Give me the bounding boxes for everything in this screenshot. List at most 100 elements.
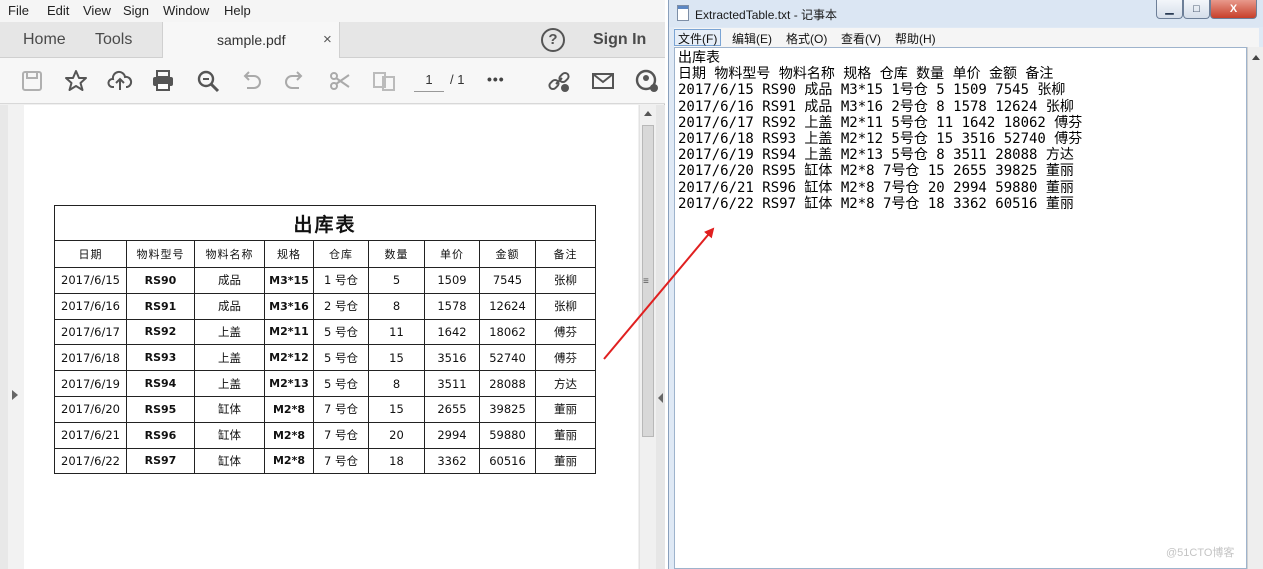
table-cell: 18062 <box>479 318 536 346</box>
table-row: 2017/6/15 RS90 成品 M3*15 1 号仓 5 1509 7545 张柳 <box>54 267 596 294</box>
table-cell: 2994 <box>424 421 480 449</box>
expand-left-panel-icon[interactable] <box>12 390 18 400</box>
table-cell: RS94 <box>126 370 195 397</box>
table-cell: RS91 <box>126 292 195 320</box>
undo-icon[interactable] <box>238 68 264 94</box>
table-cell: 15 <box>368 395 425 423</box>
close-button[interactable]: X <box>1210 0 1257 19</box>
compare-icon[interactable] <box>371 68 397 94</box>
table-cell: 12624 <box>479 292 536 320</box>
help-icon[interactable]: ? <box>541 28 565 52</box>
table-cell: 2017/6/21 <box>54 421 127 449</box>
page-total: / 1 <box>450 72 465 87</box>
more-icon[interactable]: ••• <box>487 68 513 94</box>
table-cell: 成品 <box>194 292 265 320</box>
table-cell: 2017/6/17 <box>54 318 127 346</box>
page-number-input[interactable]: 1 <box>414 68 444 92</box>
table-cell: M2*11 <box>264 318 314 346</box>
text-line: 2017/6/21 RS96 缸体 M2*8 7号仓 20 2994 59880… <box>678 179 1074 196</box>
text-line: 日期 物料型号 物料名称 规格 仓库 数量 单价 金额 备注 <box>678 66 1054 83</box>
expand-right-panel-icon[interactable] <box>658 393 663 403</box>
table-cell: 2655 <box>424 395 480 423</box>
table-row: 2017/6/16 RS91 成品 M3*16 2 号仓 8 1578 12624 张柳 <box>54 292 596 320</box>
table-cell: 20 <box>368 421 425 449</box>
table-cell: 8 <box>368 370 425 397</box>
table-cell: 缸体 <box>194 447 265 475</box>
print-icon[interactable] <box>150 68 176 94</box>
notepad-menu-view[interactable]: 查看(V) <box>841 30 881 47</box>
sign-in-button[interactable]: Sign In <box>593 31 646 49</box>
header-cell: 日期 <box>54 240 127 268</box>
table-cell: M3*15 <box>264 267 314 294</box>
share-link-icon[interactable] <box>546 68 572 94</box>
table-cell: 39825 <box>479 395 536 423</box>
text-line: 2017/6/20 RS95 缸体 M2*8 7号仓 15 2655 39825… <box>678 163 1074 180</box>
menu-sign[interactable]: Sign <box>123 3 149 18</box>
right-panel-gutter[interactable] <box>656 105 665 569</box>
table-cell: RS92 <box>126 318 195 346</box>
table-cell: 5 号仓 <box>313 370 369 397</box>
table-cell: 5 <box>368 267 425 294</box>
tab-document[interactable]: sample.pdf × <box>162 22 340 59</box>
table-cell: 3362 <box>424 447 480 475</box>
redo-icon[interactable] <box>282 68 308 94</box>
menu-window[interactable]: Window <box>163 3 209 18</box>
table-cell: 董丽 <box>535 447 596 475</box>
table-cell: 2017/6/22 <box>54 447 127 475</box>
add-user-icon[interactable] <box>634 68 660 94</box>
header-cell: 单价 <box>424 240 480 268</box>
table-cell: 7545 <box>479 267 536 294</box>
table-cell: RS95 <box>126 395 195 423</box>
star-icon[interactable] <box>63 68 89 94</box>
close-tab-icon[interactable]: × <box>323 31 332 48</box>
table-cell: 15 <box>368 344 425 372</box>
table-row: 2017/6/17 RS92 上盖 M2*11 5 号仓 11 1642 18062 傅芬 <box>54 318 596 346</box>
tab-tools[interactable]: Tools <box>95 31 132 49</box>
maximize-button[interactable]: □ <box>1183 0 1210 19</box>
table-cell: 上盖 <box>194 344 265 372</box>
header-cell: 数量 <box>368 240 425 268</box>
scroll-up-arrow-icon[interactable] <box>1252 55 1260 60</box>
notepad-menu-format[interactable]: 格式(O) <box>786 30 827 47</box>
header-cell: 物料名称 <box>194 240 265 268</box>
notepad-menu-edit[interactable]: 编辑(E) <box>732 30 772 47</box>
table-cell: 5 号仓 <box>313 318 369 346</box>
table-cell: M2*13 <box>264 370 314 397</box>
table-cell: 60516 <box>479 447 536 475</box>
notepad-text-area[interactable]: 出库表 日期 物料型号 物料名称 规格 仓库 数量 单价 金额 备注 2017/6/… <box>674 47 1247 569</box>
menu-view[interactable]: View <box>83 3 111 18</box>
table-cell: 7 号仓 <box>313 421 369 449</box>
table-cell: 28088 <box>479 370 536 397</box>
table-cell: 3516 <box>424 344 480 372</box>
upload-icon[interactable] <box>107 68 133 94</box>
table-cell: 2017/6/15 <box>54 267 127 294</box>
table-title: 出库表 <box>54 205 596 241</box>
table-cell: 缸体 <box>194 395 265 423</box>
minimize-button[interactable]: ▁ <box>1156 0 1183 19</box>
menu-help[interactable]: Help <box>224 3 251 18</box>
document-tab-name: sample.pdf <box>217 32 286 48</box>
zoom-icon[interactable] <box>195 68 221 94</box>
table-cell: 18 <box>368 447 425 475</box>
table-cell: M2*12 <box>264 344 314 372</box>
notepad-menu-help[interactable]: 帮助(H) <box>895 30 936 47</box>
text-line: 2017/6/22 RS97 缸体 M2*8 7号仓 18 3362 60516… <box>678 195 1074 212</box>
tab-home[interactable]: Home <box>23 31 66 49</box>
menu-edit[interactable]: Edit <box>47 3 69 18</box>
left-panel-gutter[interactable] <box>0 105 8 569</box>
header-cell: 物料型号 <box>126 240 195 268</box>
notepad-menu-file[interactable]: 文件(F) <box>674 29 722 46</box>
pdf-vertical-scrollbar[interactable]: ≡ <box>639 105 656 569</box>
text-line: 2017/6/15 RS90 成品 M3*15 1号仓 5 1509 7545 … <box>678 82 1066 99</box>
scroll-up-arrow-icon[interactable] <box>644 111 652 116</box>
save-icon[interactable] <box>19 68 45 94</box>
table-cell: 5 号仓 <box>313 344 369 372</box>
header-cell: 规格 <box>264 240 314 268</box>
scissors-icon[interactable] <box>327 68 353 94</box>
mail-icon[interactable] <box>590 68 616 94</box>
table-cell: 上盖 <box>194 318 265 346</box>
notepad-titlebar[interactable]: ExtractedTable.txt - 记事本 ▁ □ X <box>669 0 1263 27</box>
notepad-vertical-scrollbar[interactable] <box>1247 47 1263 569</box>
menu-file[interactable]: File <box>8 3 29 18</box>
table-cell: M3*16 <box>264 292 314 320</box>
